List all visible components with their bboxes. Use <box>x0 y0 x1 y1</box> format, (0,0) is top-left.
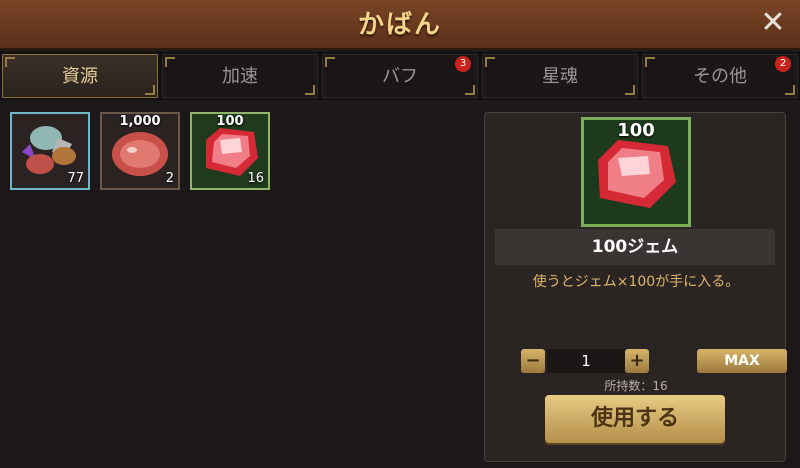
tab-corner-decoration <box>465 85 475 95</box>
tab-label: 加速 <box>222 66 258 87</box>
tab-label: 資源 <box>62 66 98 87</box>
notification-badge: 2 <box>775 56 791 72</box>
use-button[interactable]: 使用する <box>545 395 725 443</box>
item-detail-panel: 100 100ジェム 使うとジェム×100が手に入る。 − 1 + MAX 所持… <box>484 112 787 462</box>
tab-corner-decoration <box>305 85 315 95</box>
max-button[interactable]: MAX <box>697 349 787 373</box>
window-title: かばん <box>357 10 442 40</box>
item-top-label: 1,000 <box>119 114 161 129</box>
tab-label: その他 <box>693 66 747 87</box>
tab-corner-decoration <box>785 85 795 95</box>
selected-item-description: 使うとジェム×100が手に入る。 <box>532 274 740 290</box>
owned-count: 所持数：16 <box>604 379 668 393</box>
tab-corner-decoration <box>645 57 655 67</box>
item-count: 77 <box>67 171 84 186</box>
tab-star-soul[interactable]: 星魂 <box>482 54 638 98</box>
notification-badge: 3 <box>455 56 471 72</box>
decrease-button[interactable]: − <box>521 349 545 373</box>
quantity-field[interactable]: 1 <box>547 349 625 373</box>
tab-buff[interactable]: バフ 3 <box>322 54 478 98</box>
selected-item-top-label: 100 <box>617 120 655 141</box>
tab-bar: 資源 加速 バフ 3 星魂 その他 2 <box>0 52 800 100</box>
tab-corner-decoration <box>485 57 495 67</box>
tab-corner-decoration <box>145 85 155 95</box>
item-slot-selected[interactable]: 100 16 <box>190 112 270 190</box>
tab-other[interactable]: その他 2 <box>642 54 798 98</box>
selected-item-name: 100ジェム <box>495 229 775 265</box>
item-count: 2 <box>165 171 174 186</box>
item-count: 16 <box>247 171 264 186</box>
tab-corner-decoration <box>625 85 635 95</box>
item-slot[interactable]: 1,000 2 <box>100 112 180 190</box>
tab-label: バフ <box>382 66 418 87</box>
tab-speedup[interactable]: 加速 <box>162 54 318 98</box>
window-header: かばん ✕ <box>0 0 800 50</box>
item-slot[interactable]: 77 <box>10 112 90 190</box>
tab-corner-decoration <box>165 57 175 67</box>
close-icon[interactable]: ✕ <box>758 8 788 38</box>
tab-resources[interactable]: 資源 <box>2 54 158 98</box>
item-top-label: 100 <box>216 114 244 129</box>
tab-corner-decoration <box>325 57 335 67</box>
selected-item-icon-frame: 100 <box>581 117 691 227</box>
tab-corner-decoration <box>5 57 15 67</box>
increase-button[interactable]: + <box>625 349 649 373</box>
tab-label: 星魂 <box>542 66 578 87</box>
